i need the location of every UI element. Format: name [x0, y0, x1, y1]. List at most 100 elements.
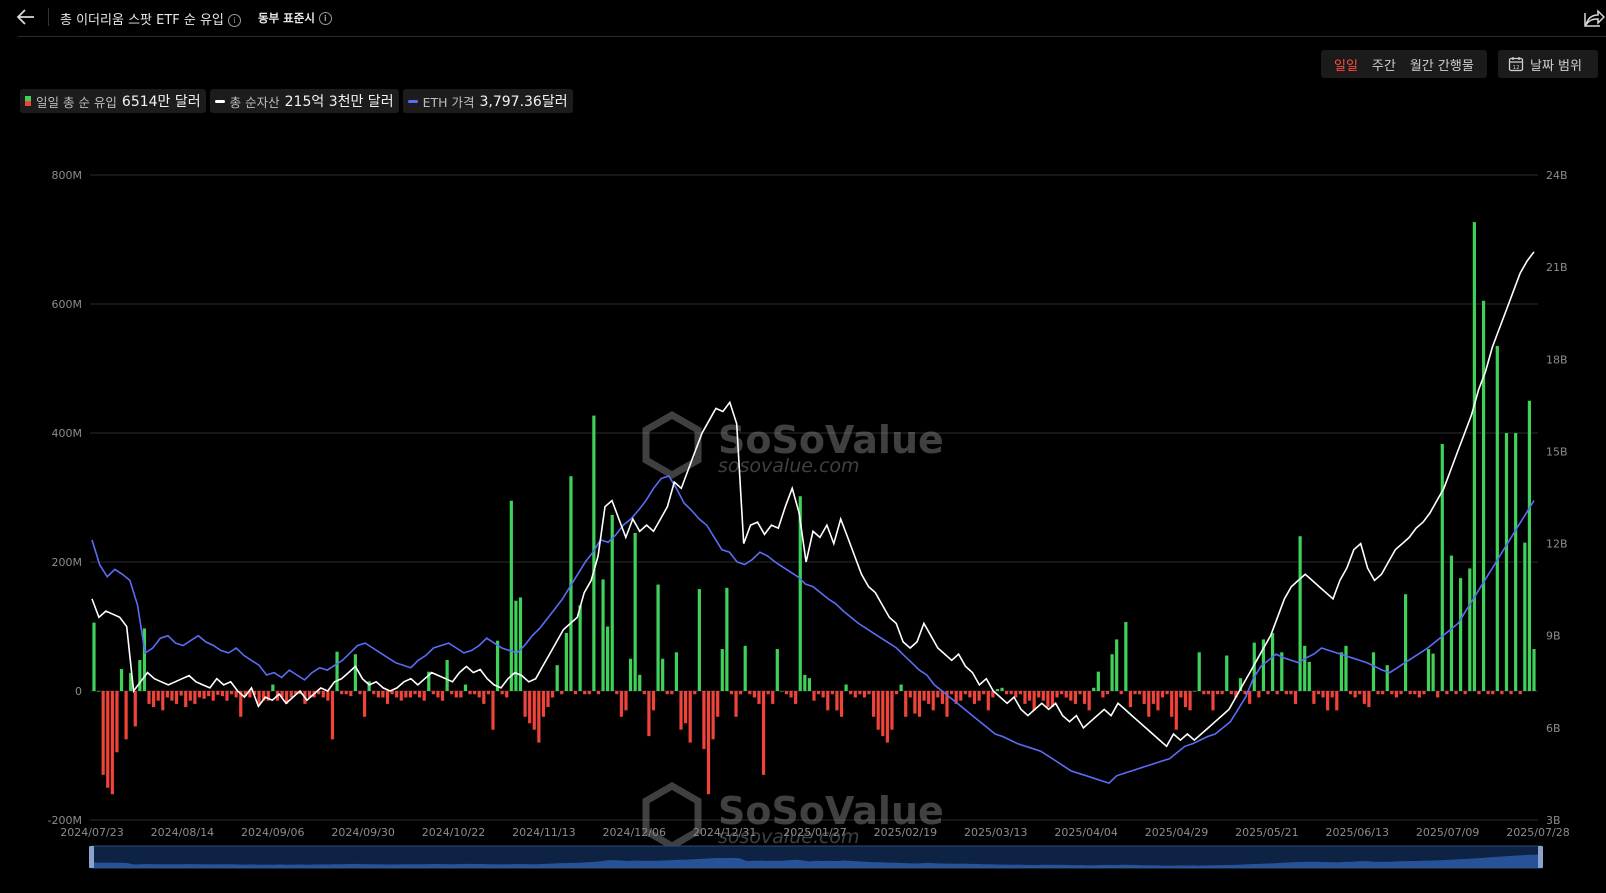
flow-bar	[1468, 568, 1472, 691]
zoom-handle-right[interactable]	[1538, 846, 1543, 868]
flow-bar	[156, 691, 160, 701]
flow-bar	[748, 691, 752, 695]
flow-bar	[816, 691, 821, 695]
flow-bar	[904, 691, 908, 717]
flow-bar	[890, 691, 894, 730]
flow-bar	[229, 691, 234, 695]
flow-bar	[716, 691, 720, 717]
flow-bar	[917, 691, 922, 717]
flow-bar	[619, 691, 623, 717]
flow-bar	[1403, 594, 1408, 691]
flow-bar	[385, 691, 390, 704]
x-axis-tick: 2024/12/31	[693, 826, 756, 839]
flow-bar	[362, 691, 367, 717]
flow-bar	[1225, 655, 1229, 691]
etf-flow-chart[interactable]: SoSoValuesosovalue.comSoSoValuesosovalue…	[0, 0, 1606, 893]
flow-bar	[1041, 691, 1045, 701]
flow-bar	[1165, 691, 1169, 695]
flow-bar	[473, 691, 477, 695]
flow-bar	[1426, 649, 1431, 691]
flow-bar	[752, 691, 756, 698]
flow-bar	[440, 691, 445, 701]
flow-bar	[1298, 536, 1302, 691]
flow-bar	[1055, 691, 1059, 698]
flow-bar	[1128, 691, 1133, 708]
flow-bar	[830, 691, 834, 695]
flow-bar	[913, 691, 917, 714]
flow-bar	[450, 691, 454, 695]
flow-bar	[436, 691, 440, 698]
flow-bar	[1060, 691, 1064, 695]
x-axis-tick: 2025/04/29	[1145, 826, 1208, 839]
flow-bar	[835, 691, 839, 711]
flow-bar	[1303, 645, 1307, 691]
flow-bar	[1014, 691, 1018, 698]
flow-bar	[1527, 400, 1532, 691]
flow-bar	[1449, 555, 1454, 691]
x-axis-tick: 2024/07/23	[60, 826, 123, 839]
flow-bar	[495, 640, 500, 691]
flow-bar	[1440, 443, 1444, 691]
flow-bar	[1092, 687, 1096, 691]
flow-bar	[1316, 691, 1321, 695]
flow-bar	[1270, 632, 1275, 691]
y-left-tick: 0	[75, 685, 82, 698]
flow-bar	[340, 691, 344, 695]
flow-bar	[1115, 639, 1119, 691]
flow-bar	[674, 652, 679, 691]
flow-bar	[399, 691, 403, 701]
flow-bar	[761, 691, 766, 775]
flow-bar	[514, 600, 518, 691]
flow-bar	[193, 691, 197, 704]
flow-bar	[1417, 691, 1421, 698]
flow-bar	[1371, 652, 1376, 691]
x-axis-tick: 2025/02/19	[874, 826, 937, 839]
flow-bar	[812, 691, 816, 701]
flow-bar	[1248, 691, 1252, 704]
flow-bar	[849, 691, 853, 695]
flow-bar	[353, 654, 358, 691]
flow-bar	[1293, 691, 1298, 704]
flow-bar	[225, 691, 229, 701]
flow-bar	[1321, 691, 1325, 698]
flow-bar	[110, 691, 114, 795]
flow-bar	[381, 691, 385, 698]
flow-bar	[92, 622, 96, 691]
flow-bar	[628, 658, 633, 691]
flow-bar	[1138, 691, 1142, 695]
flow-bar	[876, 691, 880, 730]
flow-bar	[959, 691, 963, 701]
flow-bar	[1133, 691, 1137, 695]
zoom-handle-left[interactable]	[89, 846, 94, 868]
flow-bar	[1390, 691, 1394, 695]
flow-bar	[119, 669, 124, 691]
flow-bar	[1339, 652, 1343, 691]
flow-bar	[454, 691, 458, 698]
flow-bar	[211, 691, 215, 701]
flow-bar	[1170, 691, 1174, 717]
y-right-tick: 18B	[1546, 353, 1568, 366]
flow-bar	[610, 514, 614, 691]
flow-bar	[1197, 652, 1201, 691]
flow-bar	[771, 691, 775, 704]
net-assets-line	[91, 251, 1535, 748]
flow-bar	[138, 660, 142, 691]
x-axis-tick: 2024/11/13	[512, 826, 575, 839]
flow-bar	[573, 691, 578, 695]
flow-bar	[1472, 222, 1476, 691]
flow-bar	[207, 691, 211, 697]
flow-bar	[170, 691, 174, 701]
x-axis-tick: 2025/04/04	[1054, 826, 1117, 839]
flow-bar	[1399, 691, 1403, 695]
flow-bar	[179, 691, 183, 696]
flow-bar	[1459, 578, 1463, 691]
flow-bar	[546, 691, 550, 708]
flow-bar	[1147, 691, 1151, 717]
y-right-tick: 12B	[1546, 538, 1568, 551]
flow-bar	[1005, 691, 1009, 695]
flow-bar	[780, 691, 784, 692]
flow-bar	[853, 691, 857, 698]
flow-bar	[775, 649, 779, 691]
flow-bar	[720, 649, 724, 691]
flow-bar	[578, 605, 582, 691]
